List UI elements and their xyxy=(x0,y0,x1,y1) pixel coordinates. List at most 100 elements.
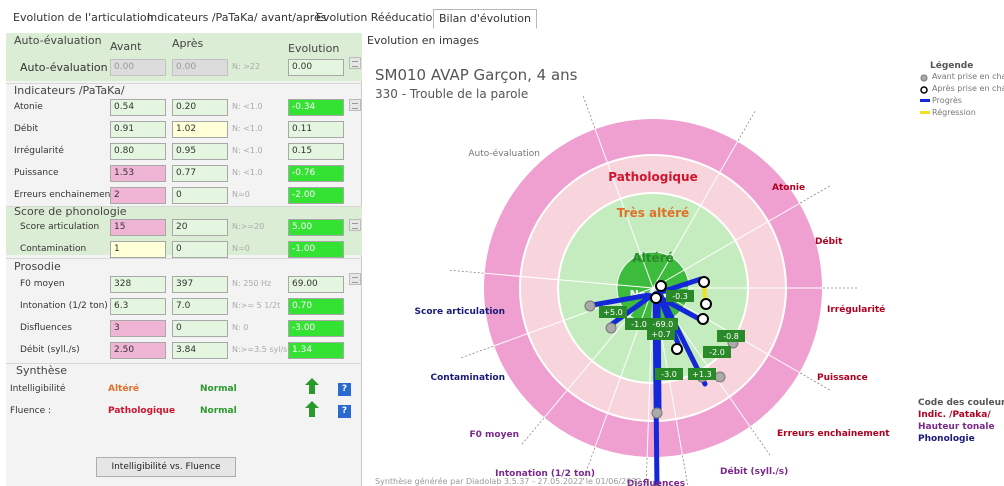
intelligibilite-fluence-button[interactable]: Intelligibilité vs. Fluence xyxy=(96,457,236,477)
disfluences-norm: N: 0 xyxy=(232,323,249,332)
row-label: Débit xyxy=(14,124,39,134)
score-art-evolution[interactable]: 5.00 xyxy=(288,219,344,236)
intelligibilite-label: Intelligibilité xyxy=(10,384,66,394)
disfluences-evolution[interactable]: -3.00 xyxy=(288,320,344,337)
intonation-avant[interactable]: 6.3 xyxy=(110,298,166,315)
debit-evolution[interactable]: 0.11 xyxy=(288,121,344,138)
contamination-norm: N=0 xyxy=(232,244,250,253)
copy-icon[interactable] xyxy=(349,273,361,285)
legend-avant: Avant prise en charge xyxy=(920,71,1004,83)
apres-point xyxy=(650,292,662,304)
score-art-avant[interactable]: 15 xyxy=(110,219,166,236)
debit-syll-apres[interactable]: 3.84 xyxy=(172,342,228,359)
delta-label: +5.0 xyxy=(603,308,622,317)
avant-point xyxy=(605,322,617,334)
zone-label-patho: Pathologique xyxy=(608,170,697,184)
debit-syll-avant[interactable]: 2.50 xyxy=(110,342,166,359)
axis-label: Contamination xyxy=(431,373,506,383)
prosodie-title: Prosodie xyxy=(14,260,61,273)
codes-hauteur: Hauteur tonale xyxy=(918,422,995,432)
contamination-evolution[interactable]: -1.00 xyxy=(288,241,344,258)
axis-label: Erreurs enchainement xyxy=(777,429,890,439)
auto-eval-apres[interactable]: 0.00 xyxy=(172,59,228,76)
score-art-apres[interactable]: 20 xyxy=(172,219,228,236)
tab-evolution-articulation[interactable]: Evolution de l'articulation xyxy=(8,9,159,29)
help-icon[interactable]: ? xyxy=(338,405,351,418)
debit-avant[interactable]: 0.91 xyxy=(110,121,166,138)
disfluences-apres[interactable]: 0 xyxy=(172,320,228,337)
row-label: F0 moyen xyxy=(20,279,65,289)
up-arrow-icon xyxy=(305,401,319,417)
puissance-norm: N: <1.0 xyxy=(232,168,263,177)
tab-bar: Evolution de l'articulation Indicateurs … xyxy=(0,0,1004,30)
auto-eval-evolution[interactable]: 0.00 xyxy=(288,59,344,76)
row-label: Disfluences xyxy=(20,323,72,333)
f0-apres[interactable]: 397 xyxy=(172,276,228,293)
axis-label: Score articulation xyxy=(415,307,505,317)
puissance-avant[interactable]: 1.53 xyxy=(110,165,166,182)
f0-evolution[interactable]: 69.00 xyxy=(288,276,344,293)
tab-evolution-reeducation[interactable]: Evolution Rééducation xyxy=(311,9,444,29)
axis-label: Atonie xyxy=(772,183,805,193)
delta-label: +1.3 xyxy=(692,370,711,379)
phono-title: Score de phonologie xyxy=(14,205,127,218)
erreurs-avant[interactable]: 2 xyxy=(110,187,166,204)
legend-progres: Progrès xyxy=(920,95,1004,107)
row-label: Score articulation xyxy=(20,222,100,232)
delta-label: -3.0 xyxy=(661,370,677,379)
atonie-evolution[interactable]: -0.34 xyxy=(288,99,344,116)
intelligibilite-avant: Altéré xyxy=(108,384,139,394)
legend-progres-label: Progrès xyxy=(932,96,962,105)
copy-icon[interactable] xyxy=(349,219,361,231)
avant-point xyxy=(651,407,663,419)
disfluences-avant[interactable]: 3 xyxy=(110,320,166,337)
row-label: Atonie xyxy=(14,102,43,112)
col-evolution: Evolution xyxy=(288,42,340,55)
axis-label: Débit xyxy=(815,236,843,247)
row-label: Débit (syll./s) xyxy=(20,345,80,355)
irregularite-norm: N: <1.0 xyxy=(232,146,263,155)
copy-icon[interactable] xyxy=(349,57,361,69)
contamination-apres[interactable]: 0 xyxy=(172,241,228,258)
axis-label: F0 moyen xyxy=(470,430,519,440)
apres-point xyxy=(655,280,667,292)
erreurs-apres[interactable]: 0 xyxy=(172,187,228,204)
erreurs-evolution[interactable]: -2.00 xyxy=(288,187,344,204)
intonation-evolution[interactable]: 0.70 xyxy=(288,298,344,315)
debit-syll-evolution[interactable]: 1.34 xyxy=(288,342,344,359)
apres-point xyxy=(671,343,683,355)
legend-avant-label: Avant prise en charge xyxy=(932,72,1004,81)
line-yellow-icon xyxy=(920,111,930,114)
debit-apres[interactable]: 1.02 xyxy=(172,121,228,138)
fluence-avant: Pathologique xyxy=(108,406,176,416)
copy-icon[interactable] xyxy=(349,99,361,111)
help-icon[interactable]: ? xyxy=(338,383,351,396)
row-label: Erreurs enchainement xyxy=(14,190,114,200)
avant-point xyxy=(584,300,596,312)
legend-apres-label: Après prise en charge xyxy=(932,84,1004,93)
codes-pataka: Indic. /Pataka/ xyxy=(918,410,991,420)
intonation-norm: N:>= 5 1/2t xyxy=(232,301,281,310)
atonie-norm: N: <1.0 xyxy=(232,102,263,111)
apres-point xyxy=(698,276,710,288)
evolution-panel: Evolution en images SM010 AVAP Garçon, 4… xyxy=(365,33,1004,486)
contamination-avant[interactable]: 1 xyxy=(110,241,166,258)
irregularite-apres[interactable]: 0.95 xyxy=(172,143,228,160)
f0-avant[interactable]: 328 xyxy=(110,276,166,293)
auto-eval-avant[interactable]: 0.00 xyxy=(110,59,166,76)
legend-regression-label: Régression xyxy=(932,108,976,117)
delta-label: +0.7 xyxy=(651,330,670,339)
irregularite-evolution[interactable]: 0.15 xyxy=(288,143,344,160)
zone-label-tres: Très altéré xyxy=(617,206,689,220)
atonie-apres[interactable]: 0.20 xyxy=(172,99,228,116)
line-blue-icon xyxy=(920,99,930,102)
intonation-apres[interactable]: 7.0 xyxy=(172,298,228,315)
puissance-evolution[interactable]: -0.76 xyxy=(288,165,344,182)
evolution-title: Evolution en images xyxy=(367,34,480,47)
irregularite-avant[interactable]: 0.80 xyxy=(110,143,166,160)
footer: Synthèse générée par Diadolab 3.5.37 - 2… xyxy=(375,477,642,486)
tab-indicateurs[interactable]: Indicateurs /PaTaKa/ avant/après xyxy=(142,9,332,29)
tab-bilan-evolution[interactable]: Bilan d'évolution xyxy=(433,9,537,29)
atonie-avant[interactable]: 0.54 xyxy=(110,99,166,116)
puissance-apres[interactable]: 0.77 xyxy=(172,165,228,182)
